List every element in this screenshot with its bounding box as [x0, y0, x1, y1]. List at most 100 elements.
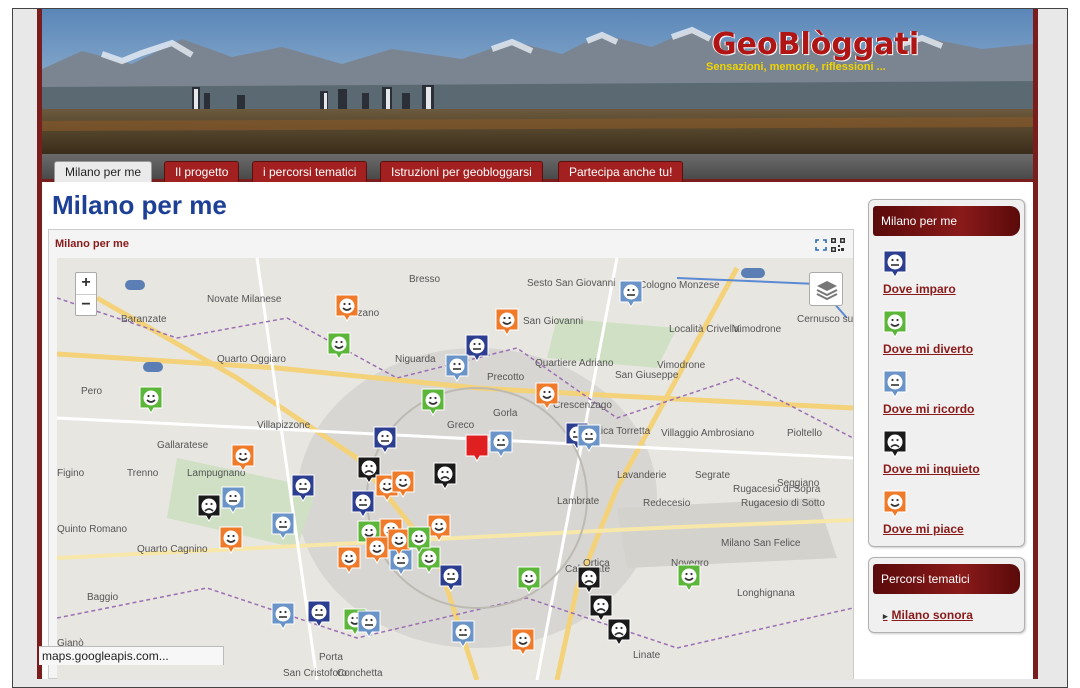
legend-item: Dove mi ricordo: [873, 370, 1020, 416]
map-label: Sesto San Giovanni: [527, 278, 616, 289]
map-marker[interactable]: [451, 620, 475, 648]
map-label: Cernusco sul Naviglio: [797, 314, 853, 325]
site-tagline: Sensazioni, memorie, riflessioni ...: [706, 61, 886, 73]
map-label: Greco: [447, 420, 475, 431]
legend-link-dove-mi-diverto[interactable]: Dove mi diverto: [883, 342, 1020, 356]
map-label: Pero: [81, 386, 103, 397]
tours-widget: Percorsi tematici ▸ Milano sonora: [868, 557, 1025, 633]
map-marker[interactable]: [327, 332, 351, 360]
map-label: Niguarda: [395, 354, 436, 365]
map-marker[interactable]: [511, 628, 535, 656]
map-marker[interactable]: [139, 386, 163, 414]
tour-link-milano-sonora[interactable]: ▸ Milano sonora: [873, 608, 1020, 622]
tab-milano-per-me[interactable]: Milano per me: [54, 161, 153, 182]
arrow-right-icon: ▸: [883, 611, 888, 621]
legend-widget-title: Milano per me: [873, 206, 1020, 236]
map-label: Segrate: [695, 470, 731, 481]
map-label: Villaggio Ambrosiano: [661, 428, 755, 439]
map-marker[interactable]: [219, 526, 243, 554]
map-marker[interactable]: [391, 470, 415, 498]
map-marker[interactable]: [577, 424, 601, 452]
legend-item: Dove imparo: [873, 250, 1020, 296]
map-label: Villapizzone: [257, 420, 311, 431]
map-marker[interactable]: [231, 444, 255, 472]
map-marker[interactable]: [365, 536, 389, 564]
map-marker[interactable]: [439, 564, 463, 592]
marker-imparo-icon: [883, 250, 907, 278]
tours-widget-title: Percorsi tematici: [873, 564, 1020, 594]
map-label: Pioltello: [787, 428, 823, 439]
map-marker[interactable]: [607, 618, 631, 646]
browser-status-bar: maps.googleapis.com...: [39, 646, 224, 665]
map-marker[interactable]: [495, 308, 519, 336]
map-marker[interactable]: [271, 602, 295, 630]
tab-il-progetto[interactable]: Il progetto: [164, 161, 240, 182]
map-marker[interactable]: [373, 426, 397, 454]
fullscreen-icon[interactable]: [815, 239, 827, 251]
map-label: Linate: [633, 650, 661, 661]
map-marker[interactable]: [421, 388, 445, 416]
map-marker[interactable]: [517, 566, 541, 594]
map-title: Milano per me: [55, 238, 129, 250]
tab-istruzioni[interactable]: Istruzioni per geobloggarsi: [380, 161, 543, 182]
legend-link-dove-mi-piace[interactable]: Dove mi piace: [883, 522, 1020, 536]
map-label: Quarto Cagnino: [137, 544, 208, 555]
zoom-control: + −: [75, 272, 97, 316]
map-marker[interactable]: [357, 610, 381, 638]
layers-button[interactable]: [809, 272, 843, 306]
map-marker[interactable]: [351, 490, 375, 518]
map-marker[interactable]: [291, 474, 315, 502]
map-label: Quinto Romano: [57, 524, 128, 535]
selected-marker-icon[interactable]: [465, 434, 489, 462]
site-title[interactable]: GeoBlòggati: [712, 27, 919, 62]
map-label: Gorla: [493, 408, 518, 419]
map-label: Lavanderie: [617, 470, 667, 481]
map-marker[interactable]: [535, 382, 559, 410]
zoom-in-button[interactable]: +: [76, 273, 96, 294]
map-label: Porta: [319, 652, 343, 663]
map-widget: Milano per me Bresso Sesto San Giovanni …: [48, 229, 854, 680]
map-marker[interactable]: [221, 486, 245, 514]
map-label: Rugacesio di Sotto: [741, 498, 825, 509]
map-label: San Giovanni: [523, 316, 584, 327]
header-banner: GeoBlòggati Sensazioni, memorie, rifless…: [42, 9, 1033, 154]
map-marker[interactable]: [577, 566, 601, 594]
legend-link-dove-mi-inquieto[interactable]: Dove mi inquieto: [883, 462, 1020, 476]
qr-code-icon[interactable]: [831, 238, 845, 252]
tour-link-label: Milano sonora: [891, 608, 973, 622]
map-marker[interactable]: [307, 600, 331, 628]
legend-link-dove-mi-ricordo[interactable]: Dove mi ricordo: [883, 402, 1020, 416]
tab-partecipa[interactable]: Partecipa anche tu!: [558, 161, 684, 182]
map-marker[interactable]: [489, 430, 513, 458]
map-marker[interactable]: [337, 546, 361, 574]
legend-link-dove-imparo[interactable]: Dove imparo: [883, 282, 1020, 296]
map-label: Baggio: [87, 592, 119, 603]
map-marker[interactable]: [271, 512, 295, 540]
marker-inquieto-icon: [883, 430, 907, 458]
map-header: Milano per me: [49, 230, 853, 258]
map-label: Vimodrone: [657, 360, 706, 371]
map-label: Milano San Felice: [721, 538, 801, 549]
map-marker[interactable]: [197, 494, 221, 522]
main-navigation: Milano per me Il progetto i percorsi tem…: [42, 154, 1033, 182]
map-label: Località Crivella: [669, 324, 740, 335]
map-canvas[interactable]: Bresso Sesto San Giovanni Cologno Monzes…: [57, 258, 853, 680]
site-inner: GeoBlòggati Sensazioni, memorie, rifless…: [42, 9, 1033, 680]
map-label: Novate Milanese: [207, 294, 282, 305]
zoom-out-button[interactable]: −: [76, 294, 96, 315]
map-marker[interactable]: [445, 354, 469, 382]
map-label: Trenno: [127, 468, 159, 479]
map-marker[interactable]: [619, 280, 643, 308]
map-marker[interactable]: [677, 564, 701, 592]
map-label: Conchetta: [337, 668, 383, 679]
legend-item: Dove mi diverto: [873, 310, 1020, 356]
map-label: Baranzate: [121, 314, 167, 325]
map-label: Rugacesio di Sopra: [733, 484, 821, 495]
map-marker[interactable]: [433, 462, 457, 490]
legend-widget: Milano per me Dove imparo Dove mi divert…: [868, 199, 1025, 547]
tab-percorsi-tematici[interactable]: i percorsi tematici: [252, 161, 368, 182]
map-label: Precotto: [487, 372, 525, 383]
map-label: Gallaratese: [157, 440, 209, 451]
map-marker[interactable]: [335, 294, 359, 322]
map-marker[interactable]: [407, 526, 431, 554]
